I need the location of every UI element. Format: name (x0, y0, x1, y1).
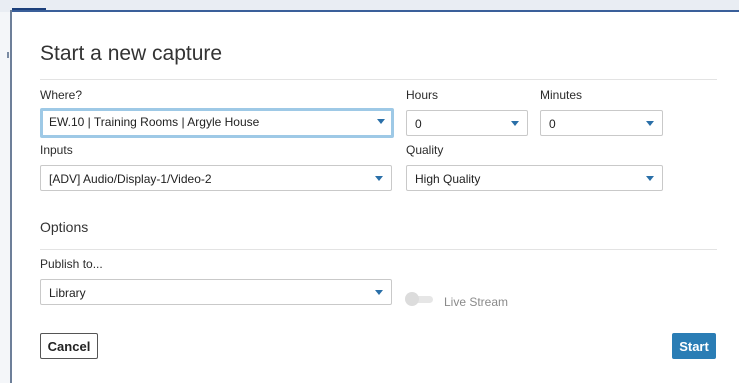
hours-select-value: 0 (415, 117, 422, 131)
chevron-down-icon (511, 121, 519, 126)
quality-select[interactable]: High Quality (406, 165, 663, 191)
chevron-down-icon (377, 119, 385, 124)
minutes-select-value: 0 (549, 117, 556, 131)
left-gutter (0, 12, 10, 383)
minutes-select[interactable]: 0 (540, 110, 663, 136)
publish-select-value: Library (49, 286, 86, 300)
cancel-button[interactable]: Cancel (40, 333, 98, 359)
chevron-down-icon (375, 290, 383, 295)
quality-select-value: High Quality (415, 172, 481, 186)
gutter-tick (7, 52, 9, 58)
hours-label: Hours (406, 88, 439, 102)
live-stream-label: Live Stream (444, 295, 509, 309)
toggle-knob (405, 292, 419, 306)
chevron-down-icon (646, 176, 654, 181)
publish-select[interactable]: Library (40, 279, 392, 305)
live-stream-toggle[interactable] (405, 292, 435, 306)
start-button[interactable]: Start (672, 333, 716, 359)
inputs-label: Inputs (40, 143, 73, 157)
publish-label: Publish to... (40, 257, 103, 271)
hours-select[interactable]: 0 (406, 110, 528, 136)
capture-dialog: Start a new capture Where? EW.10 | Train… (12, 12, 739, 383)
minutes-label: Minutes (540, 88, 583, 102)
inputs-select[interactable]: [ADV] Audio/Display-1/Video-2 (40, 165, 392, 191)
options-heading: Options (40, 219, 89, 235)
chevron-down-icon (646, 121, 654, 126)
inputs-select-value: [ADV] Audio/Display-1/Video-2 (49, 172, 212, 186)
where-label: Where? (40, 88, 83, 102)
title-divider (40, 79, 717, 80)
options-divider (40, 249, 717, 250)
where-select[interactable]: EW.10 | Training Rooms | Argyle House (40, 108, 394, 138)
dialog-title: Start a new capture (40, 42, 223, 65)
chevron-down-icon (375, 176, 383, 181)
where-select-value: EW.10 | Training Rooms | Argyle House (49, 115, 260, 129)
quality-label: Quality (406, 143, 444, 157)
